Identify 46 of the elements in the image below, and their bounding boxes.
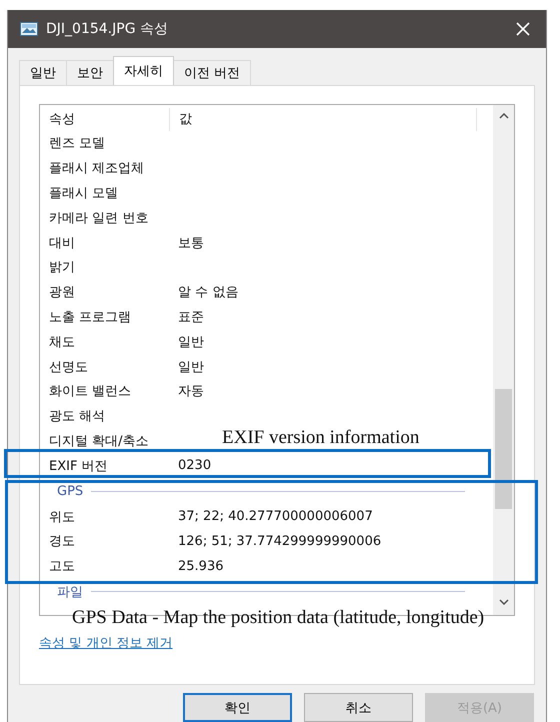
close-icon[interactable] — [516, 22, 530, 36]
tab[interactable]: 일반 — [19, 60, 67, 85]
annotation-text: GPS Data - Map the position data (latitude, longitude) — [72, 607, 484, 629]
property-value: 일반 — [177, 358, 204, 376]
scroll-thumb[interactable] — [495, 389, 512, 509]
property-name: 고도 — [48, 558, 76, 576]
property-value: 알 수 없음 — [177, 284, 238, 302]
property-name: 경도 — [48, 533, 76, 550]
tab[interactable]: 이전 버전 — [173, 60, 252, 85]
property-name: 위도 — [48, 508, 76, 526]
dialog-button[interactable]: 확인 — [183, 693, 292, 722]
window-title: DJI_0154.JPG 속성 — [46, 20, 169, 38]
property-name: 대비 — [48, 234, 76, 252]
property-name: 선명도 — [48, 358, 89, 376]
group-header: 파일 — [57, 584, 83, 601]
property-name: 채도 — [48, 334, 76, 351]
property-value: 자동 — [177, 383, 204, 400]
property-name: 밝기 — [48, 259, 76, 276]
scroll-up-icon[interactable] — [498, 113, 508, 119]
property-value: 37; 22; 40.277700000006007 — [177, 509, 373, 524]
property-value: 보통 — [177, 234, 204, 252]
property-name: 디지털 확대/축소 — [48, 432, 150, 450]
property-name: 렌즈 모델 — [48, 135, 106, 152]
property-value: 25.936 — [177, 558, 224, 574]
dialog-button[interactable]: 취소 — [304, 693, 413, 722]
scrollbar[interactable] — [493, 105, 514, 615]
property-value: 0230 — [177, 458, 212, 474]
property-value: 표준 — [177, 308, 204, 326]
property-value: 126; 51; 37.774299999990006 — [177, 534, 382, 549]
column-header[interactable]: 속성 — [40, 108, 170, 131]
remove-properties-link[interactable]: 속성 및 개인 정보 제거 — [39, 634, 173, 652]
annotation-text: EXIF version information — [222, 427, 420, 449]
property-name: 플래시 모델 — [48, 184, 120, 202]
tab[interactable]: 자세히 — [113, 56, 174, 85]
property-name: 카메라 일련 번호 — [48, 210, 150, 227]
group-header: GPS — [57, 484, 84, 499]
image-file-icon — [20, 22, 38, 36]
property-name: 광원 — [48, 284, 76, 302]
property-name: 노출 프로그램 — [48, 308, 132, 326]
scroll-down-icon[interactable] — [498, 599, 508, 605]
property-name: 플래시 제조업체 — [48, 160, 146, 178]
property-name: 화이트 밸런스 — [48, 383, 132, 400]
property-value: 일반 — [177, 334, 204, 351]
property-name: EXIF 버전 — [48, 458, 109, 475]
column-header[interactable]: 값 — [170, 108, 477, 131]
property-name: 광도 해석 — [48, 408, 106, 426]
